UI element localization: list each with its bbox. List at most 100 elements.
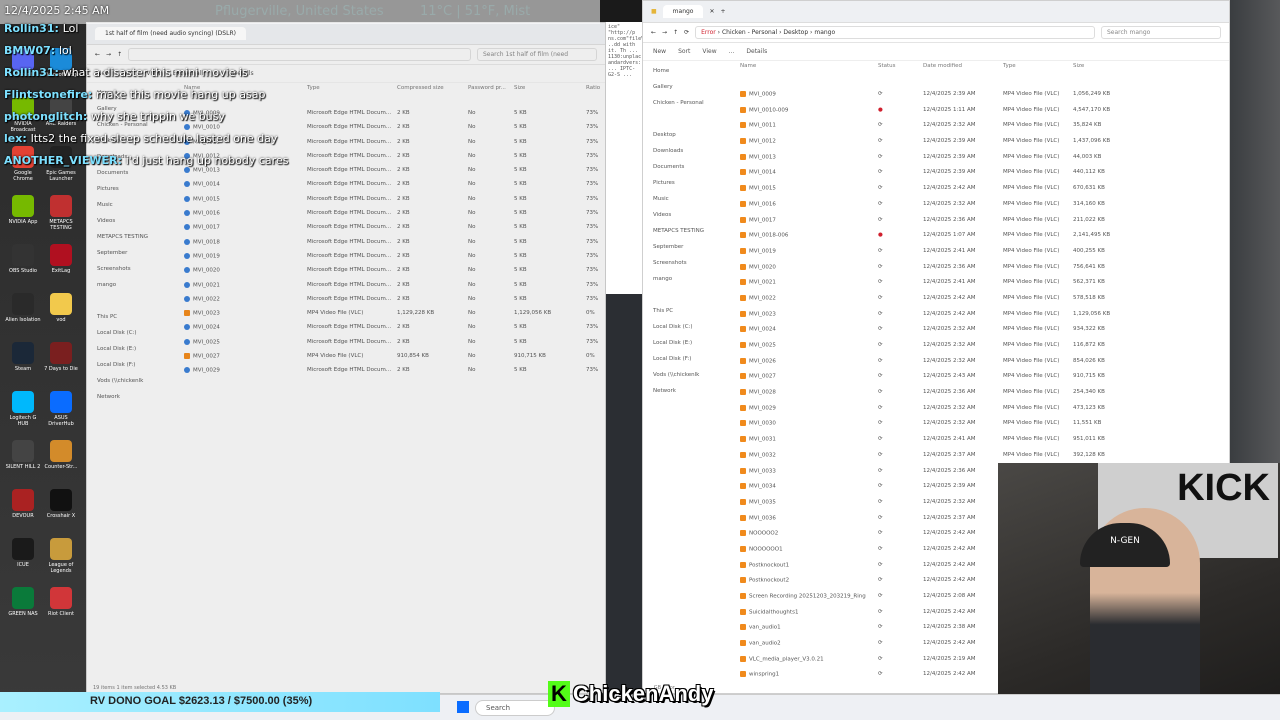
table-row[interactable]: MVI_0025 ⟳ 12/4/2025 2:32 AM MP4 Video File… [728, 340, 1223, 356]
desktop-icon[interactable]: METAPCS TESTING [42, 195, 80, 235]
back-icon[interactable]: ← [651, 29, 656, 36]
start-icon[interactable] [457, 701, 469, 713]
nav-item[interactable]: Music [97, 197, 169, 213]
nav-item[interactable]: Pictures [653, 175, 725, 191]
nav-item[interactable]: September [653, 239, 725, 255]
refresh-icon[interactable]: ⟳ [684, 29, 689, 36]
table-row[interactable]: MVI_0010-009 ● 12/4/2025 1:11 AM MP4 Video … [728, 105, 1223, 121]
nav-item[interactable]: Vods (\\chickenlk [97, 373, 169, 389]
desktop-icon[interactable]: League of Legends [42, 538, 80, 578]
desktop-icon[interactable]: Riot Client [42, 587, 80, 627]
desktop-icon[interactable]: Logitech G HUB [4, 391, 42, 431]
nav-item[interactable]: Videos [653, 207, 725, 223]
table-row[interactable]: MVI_0025 Microsoft Edge HTML Docum... 2 KB… [172, 337, 599, 351]
table-row[interactable]: MVI_0026 ⟳ 12/4/2025 2:32 AM MP4 Video File… [728, 356, 1223, 372]
table-row[interactable]: MVI_0027 MP4 Video File (VLC) 910,854 KB No… [172, 351, 599, 365]
table-row[interactable]: MVI_0029 ⟳ 12/4/2025 2:32 AM MP4 Video File… [728, 403, 1223, 419]
nav-item[interactable]: mango [653, 271, 725, 287]
nav-item[interactable]: Gallery [653, 79, 725, 95]
col-ratio[interactable]: Ratio [586, 85, 600, 91]
command-new[interactable]: New [653, 48, 666, 55]
table-row[interactable]: MVI_0022 Microsoft Edge HTML Docum... 2 KB… [172, 294, 599, 308]
command-view[interactable]: View [702, 48, 716, 55]
breadcrumb-item[interactable]: Chicken - Personal [722, 29, 777, 36]
table-row[interactable]: MVI_0020 Microsoft Edge HTML Docum... 2 KB… [172, 265, 599, 279]
nav-item[interactable]: Pictures [97, 181, 169, 197]
desktop-icon[interactable]: Steam [4, 342, 42, 382]
table-row[interactable]: MVI_0018 Microsoft Edge HTML Docum... 2 KB… [172, 237, 599, 251]
nav-item[interactable]: Home [653, 63, 725, 79]
taskbar-search[interactable]: Search [475, 700, 555, 716]
col-name[interactable]: Name [740, 63, 756, 69]
table-row[interactable]: MVI_0023 MP4 Video File (VLC) 1,129,228 KB… [172, 308, 599, 322]
col-type[interactable]: Type [1003, 63, 1016, 69]
nav-item[interactable]: Local Disk (C:) [653, 319, 725, 335]
desktop-icon[interactable]: DEVOUR [4, 489, 42, 529]
table-row[interactable]: MVI_0013 ⟳ 12/4/2025 2:39 AM MP4 Video File… [728, 152, 1223, 168]
desktop-icon[interactable]: GREEN NAS [4, 587, 42, 627]
nav-item[interactable]: Local Disk (C:) [97, 325, 169, 341]
table-row[interactable]: MVI_0019 Microsoft Edge HTML Docum... 2 KB… [172, 251, 599, 265]
nav-item[interactable]: METAPCS TESTING [653, 223, 725, 239]
desktop-icon[interactable]: OBS Studio [4, 244, 42, 284]
table-row[interactable]: MVI_0016 ⟳ 12/4/2025 2:32 AM MP4 Video File… [728, 199, 1223, 215]
table-row[interactable]: MVI_0021 Microsoft Edge HTML Docum... 2 KB… [172, 280, 599, 294]
desktop-icon[interactable]: Crosshair X [42, 489, 80, 529]
desktop-icon[interactable]: ICUE [4, 538, 42, 578]
nav-item[interactable]: Documents [653, 159, 725, 175]
table-row[interactable]: MVI_0028 ⟳ 12/4/2025 2:36 AM MP4 Video File… [728, 387, 1223, 403]
nav-item[interactable]: Local Disk (E:) [97, 341, 169, 357]
table-row[interactable]: MVI_0023 ⟳ 12/4/2025 2:42 AM MP4 Video File… [728, 309, 1223, 325]
desktop-icon[interactable]: ASUS DriverHub [42, 391, 80, 431]
table-row[interactable]: MVI_0017 ⟳ 12/4/2025 2:36 AM MP4 Video File… [728, 215, 1223, 231]
nav-item[interactable]: This PC [653, 303, 725, 319]
nav-item[interactable]: Music [653, 191, 725, 207]
table-row[interactable]: MVI_0018-006 ● 12/4/2025 1:07 AM MP4 Video … [728, 230, 1223, 246]
search-input[interactable]: Search mango [1101, 26, 1221, 39]
table-row[interactable]: MVI_0029 Microsoft Edge HTML Docum... 2 KB… [172, 365, 599, 379]
desktop-icon[interactable]: vod [42, 293, 80, 333]
table-row[interactable]: MVI_0030 ⟳ 12/4/2025 2:32 AM MP4 Video File… [728, 418, 1223, 434]
table-row[interactable]: MVI_0015 ⟳ 12/4/2025 2:42 AM MP4 Video File… [728, 183, 1223, 199]
breadcrumb[interactable]: Error › Chicken - Personal › Desktop › m… [695, 26, 1095, 39]
table-row[interactable]: MVI_0020 ⟳ 12/4/2025 2:36 AM MP4 Video File… [728, 262, 1223, 278]
nav-item[interactable]: Network [653, 383, 725, 399]
nav-item[interactable]: Vods (\\chickenlk [653, 367, 725, 383]
search-input[interactable]: Search 1st half of film (need [477, 48, 597, 61]
nav-item[interactable]: Screenshots [97, 261, 169, 277]
nav-item[interactable]: Local Disk (F:) [653, 351, 725, 367]
nav-item[interactable]: mango [97, 277, 169, 293]
up-icon[interactable]: ↑ [673, 29, 678, 36]
desktop-icon[interactable]: SILENT HILL 2 [4, 440, 42, 480]
desktop-icon[interactable]: 7 Days to Die [42, 342, 80, 382]
nav-item[interactable]: Local Disk (E:) [653, 335, 725, 351]
table-row[interactable]: MVI_0027 ⟳ 12/4/2025 2:43 AM MP4 Video File… [728, 371, 1223, 387]
col-date[interactable]: Date modified [923, 63, 962, 69]
desktop-icon[interactable]: NVIDIA App [4, 195, 42, 235]
table-row[interactable]: MVI_0016 Microsoft Edge HTML Docum... 2 KB… [172, 208, 599, 222]
table-row[interactable]: MVI_0009 ⟳ 12/4/2025 2:39 AM MP4 Video File… [728, 89, 1223, 105]
new-tab-icon[interactable]: + [721, 8, 726, 15]
nav-item[interactable]: Videos [97, 213, 169, 229]
desktop-icon[interactable]: Counter-Str... [42, 440, 80, 480]
desktop-icon[interactable]: Alien Isolation [4, 293, 42, 333]
nav-item[interactable]: September [97, 245, 169, 261]
nav-item[interactable]: Chicken - Personal [653, 95, 725, 111]
breadcrumb-item[interactable]: mango [814, 29, 835, 36]
nav-item[interactable]: Downloads [653, 143, 725, 159]
table-row[interactable]: MVI_0014 Microsoft Edge HTML Docum... 2 KB… [172, 179, 599, 193]
table-row[interactable]: MVI_0012 ⟳ 12/4/2025 2:39 AM MP4 Video File… [728, 136, 1223, 152]
table-row[interactable]: MVI_0015 Microsoft Edge HTML Docum... 2 KB… [172, 194, 599, 208]
command-details[interactable]: Details [746, 48, 767, 55]
col-size[interactable]: Size [1073, 63, 1084, 69]
nav-item[interactable]: This PC [97, 309, 169, 325]
desktop-icon[interactable]: ExitLag [42, 244, 80, 284]
nav-item[interactable]: Local Disk (F:) [97, 357, 169, 373]
nav-item[interactable]: Screenshots [653, 255, 725, 271]
col-size[interactable]: Size [514, 85, 525, 91]
forward-icon[interactable]: → [662, 29, 667, 36]
table-row[interactable]: MVI_0019 ⟳ 12/4/2025 2:41 AM MP4 Video File… [728, 246, 1223, 262]
table-row[interactable]: MVI_0031 ⟳ 12/4/2025 2:41 AM MP4 Video File… [728, 434, 1223, 450]
table-row[interactable]: MVI_0024 ⟳ 12/4/2025 2:32 AM MP4 Video File… [728, 324, 1223, 340]
table-row[interactable]: MVI_0022 ⟳ 12/4/2025 2:42 AM MP4 Video File… [728, 293, 1223, 309]
